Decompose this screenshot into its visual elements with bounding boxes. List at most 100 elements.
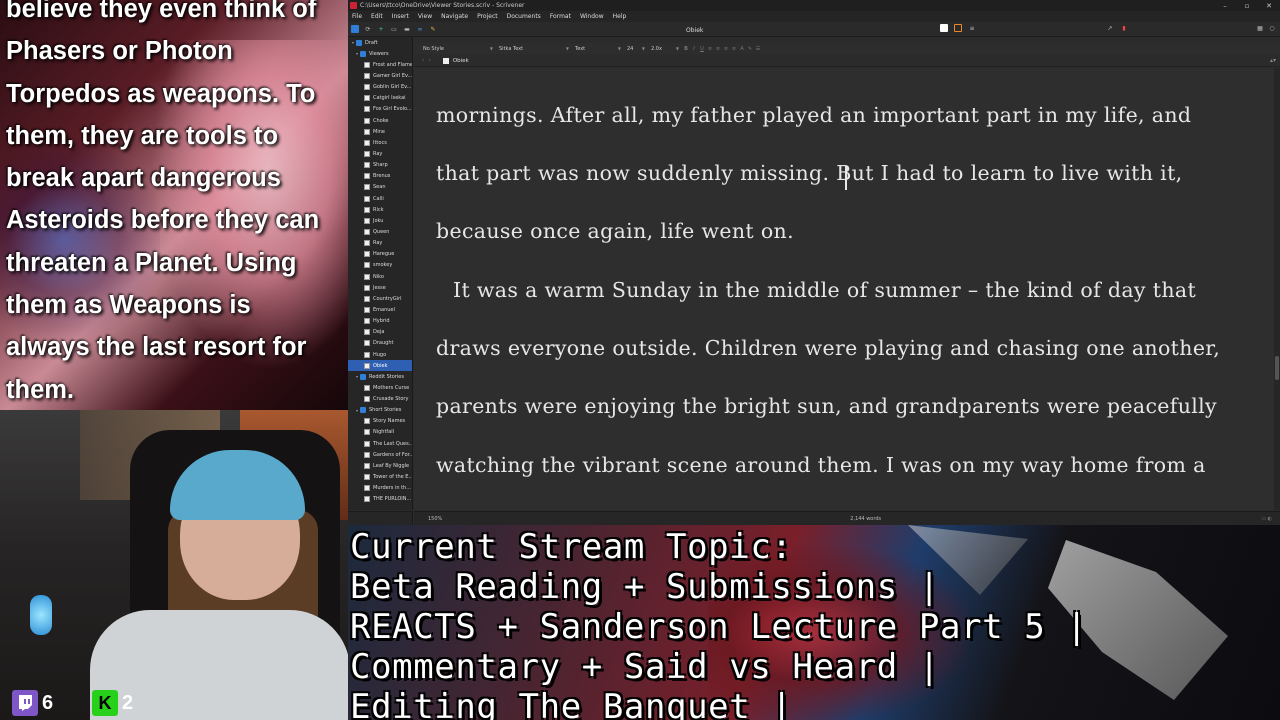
- binder-item[interactable]: THE PURLOIN...: [348, 494, 412, 505]
- menu-insert[interactable]: Insert: [392, 13, 409, 20]
- minimize-button[interactable]: –: [1214, 2, 1236, 10]
- binder-item-label: smokey: [373, 262, 393, 269]
- binder-item[interactable]: Calli: [348, 193, 412, 204]
- menu-project[interactable]: Project: [477, 13, 498, 20]
- binder-item[interactable]: Ray: [348, 238, 412, 249]
- font-size-select[interactable]: 24 ▼: [624, 45, 648, 53]
- search-icon[interactable]: ○: [1268, 24, 1276, 32]
- binder-item[interactable]: Nightfall: [348, 427, 412, 438]
- binder-item[interactable]: Frost and Flame: [348, 59, 412, 70]
- binder-item[interactable]: Deja: [348, 327, 412, 338]
- binder-item[interactable]: smokey: [348, 260, 412, 271]
- menu-help[interactable]: Help: [613, 13, 627, 20]
- line-spacing-select[interactable]: 2.0x ▼: [648, 45, 682, 53]
- binder-item[interactable]: Emanuel: [348, 304, 412, 315]
- line-spacing-value: 2.0x: [651, 45, 662, 52]
- italic-icon[interactable]: I: [690, 46, 698, 52]
- align-left-icon[interactable]: ≡: [706, 46, 714, 52]
- binder-item[interactable]: Joku: [348, 215, 412, 226]
- share-icon[interactable]: ↗: [1106, 24, 1114, 32]
- binder-item[interactable]: ▾ Draft: [348, 37, 412, 48]
- style-select[interactable]: No Style ▼: [420, 45, 496, 53]
- close-button[interactable]: ✕: [1258, 2, 1280, 10]
- binder-item[interactable]: Gardens of For...: [348, 449, 412, 460]
- corkboard-icon[interactable]: [954, 24, 962, 32]
- binder-item[interactable]: Mothers Curse: [348, 382, 412, 393]
- binder-item[interactable]: Tower of the E...: [348, 471, 412, 482]
- menu-navigate[interactable]: Navigate: [441, 13, 468, 20]
- binder-item-label: Gamer Girl Ev...: [373, 72, 412, 79]
- editor-line: mornings. After all, my father played an…: [436, 103, 1192, 127]
- binder-item[interactable]: Catgirl Isekai: [348, 93, 412, 104]
- sync-icon[interactable]: ⟳: [364, 25, 372, 33]
- binder-item-label: Choke: [373, 117, 389, 124]
- editor-scrollbar[interactable]: [1274, 68, 1280, 510]
- inspector-icon[interactable]: ▦: [1256, 24, 1264, 32]
- binder-item[interactable]: The Last Ques...: [348, 438, 412, 449]
- binder-item[interactable]: Haregue: [348, 249, 412, 260]
- bold-icon[interactable]: B: [682, 46, 690, 52]
- binder-item-label: Deja: [373, 329, 385, 336]
- binder-item[interactable]: Gamer Girl Ev...: [348, 70, 412, 81]
- footer-controls-icon[interactable]: ▭ ◐: [1261, 516, 1272, 522]
- align-right-icon[interactable]: ≡: [722, 46, 730, 52]
- link-icon[interactable]: ∞: [416, 25, 424, 33]
- toolbar-title: Obiek: [686, 27, 704, 34]
- binder-item[interactable]: CountryGirl: [348, 293, 412, 304]
- binder-item[interactable]: Choke: [348, 115, 412, 126]
- scrollbar-thumb[interactable]: [1275, 356, 1279, 380]
- binder-item[interactable]: Hugo: [348, 349, 412, 360]
- binder-item[interactable]: Story Names: [348, 416, 412, 427]
- menu-view[interactable]: View: [418, 13, 432, 20]
- menu-edit[interactable]: Edit: [371, 13, 383, 20]
- binder-item[interactable]: ▾ Short Stories: [348, 405, 412, 416]
- binder-item[interactable]: Ray: [348, 148, 412, 159]
- bookmark-icon[interactable]: ▮: [1120, 24, 1128, 32]
- editor-footer: 150% 2,144 words ▭ ◐: [414, 511, 1280, 525]
- header-controls-icon[interactable]: ▴▾: [1270, 57, 1276, 64]
- nav-arrows-icon[interactable]: ‹›: [422, 57, 435, 64]
- binder-item[interactable]: Sean: [348, 182, 412, 193]
- binder-item[interactable]: Crusade Story: [348, 394, 412, 405]
- binder-item[interactable]: Obiek: [348, 360, 412, 372]
- text-color-icon[interactable]: A: [738, 46, 746, 52]
- binder-item[interactable]: ▾ Reddit Stories: [348, 371, 412, 382]
- menu-file[interactable]: File: [352, 13, 362, 20]
- menu-documents[interactable]: Documents: [507, 13, 541, 20]
- binder-item[interactable]: Ittocs: [348, 137, 412, 148]
- binder-item[interactable]: Goblin Girl Ev...: [348, 82, 412, 93]
- text-editor[interactable]: mornings. After all, my father played an…: [414, 68, 1274, 510]
- underline-icon[interactable]: U: [698, 46, 706, 52]
- binder-item[interactable]: Brenus: [348, 171, 412, 182]
- binder-item[interactable]: Sharp: [348, 160, 412, 171]
- font-select[interactable]: Sitka Text ▼: [496, 45, 572, 53]
- highlight-icon[interactable]: ✎: [746, 46, 754, 52]
- list-icon[interactable]: ☰: [754, 46, 762, 52]
- binder-item[interactable]: Mine: [348, 126, 412, 137]
- binder-item[interactable]: Niko: [348, 271, 412, 282]
- trash-icon[interactable]: ▬: [403, 25, 411, 33]
- binder-item[interactable]: Fox Girl Evolo...: [348, 104, 412, 115]
- single-view-icon[interactable]: [940, 24, 948, 32]
- binder-item[interactable]: Rick: [348, 204, 412, 215]
- edit-icon[interactable]: ✎: [429, 25, 437, 33]
- add-icon[interactable]: +: [377, 25, 385, 33]
- menu-format[interactable]: Format: [550, 13, 571, 20]
- binder-item[interactable]: ▾ Viewers: [348, 48, 412, 59]
- kick-count: 2: [122, 691, 134, 714]
- maximize-button[interactable]: ▫: [1236, 2, 1258, 10]
- justify-icon[interactable]: ≡: [730, 46, 738, 52]
- binder-item[interactable]: Draught: [348, 338, 412, 349]
- binder-item[interactable]: Murders in th...: [348, 483, 412, 494]
- align-center-icon[interactable]: ≡: [714, 46, 722, 52]
- binder-item[interactable]: Leaf By Niggle: [348, 460, 412, 471]
- folder-add-icon[interactable]: ▭: [390, 25, 398, 33]
- outline-icon[interactable]: ≡: [968, 24, 976, 32]
- binder-toggle-icon[interactable]: [351, 25, 359, 33]
- typeface-select[interactable]: Text ▼: [572, 45, 624, 53]
- binder-item[interactable]: Hybrid: [348, 316, 412, 327]
- binder-item[interactable]: Queen: [348, 226, 412, 237]
- zoom-level[interactable]: 150%: [428, 516, 442, 522]
- menu-window[interactable]: Window: [580, 13, 604, 20]
- binder-item[interactable]: Jesse: [348, 282, 412, 293]
